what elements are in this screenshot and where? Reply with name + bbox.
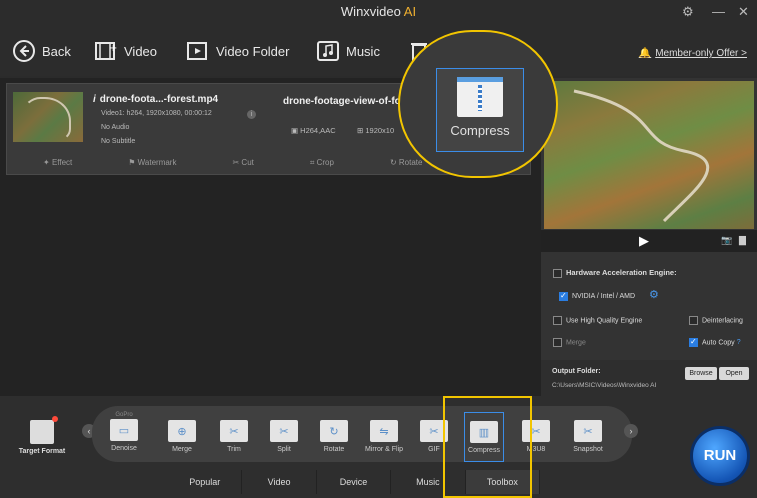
- folder-video-icon: [186, 39, 210, 63]
- merge-icon: ⊕: [168, 420, 196, 442]
- hw-vendor[interactable]: NVIDIA / Intel / AMD⚙: [559, 288, 659, 301]
- target-format-icon: [30, 416, 58, 444]
- minimize-button[interactable]: —: [712, 4, 725, 19]
- merge-checkbox[interactable]: [553, 338, 562, 347]
- tool-mirror-flip[interactable]: ⇋ Mirror & Flip: [364, 412, 404, 453]
- auto-copy-option[interactable]: Auto Copy?: [689, 337, 741, 347]
- subtitle-track[interactable]: No Subtitle: [101, 138, 135, 145]
- auto-copy-checkbox[interactable]: [689, 337, 698, 347]
- output-folder: Output Folder: C:\Users\MSIC\Videos\Winx…: [541, 360, 757, 396]
- app-title: Winxvideo AI: [340, 4, 417, 19]
- tool-split[interactable]: ✂ Split: [264, 412, 304, 453]
- merge-option[interactable]: Merge: [553, 338, 586, 347]
- close-button[interactable]: ✕: [738, 4, 749, 20]
- cut-button[interactable]: ✂ Cut: [232, 158, 281, 172]
- high-quality-option[interactable]: Use High Quality Engine: [553, 316, 642, 325]
- play-icon[interactable]: ▶: [639, 233, 649, 249]
- bell-icon: 🔔: [638, 48, 652, 59]
- run-button[interactable]: RUN: [690, 426, 750, 486]
- tool-snapshot[interactable]: ✂ Snapshot: [568, 412, 608, 453]
- audio-track[interactable]: No Audio: [101, 124, 129, 131]
- add-music-button[interactable]: Music: [316, 38, 380, 64]
- tool-rotate[interactable]: ↻ Rotate: [314, 412, 354, 453]
- tab-popular[interactable]: Popular: [168, 470, 243, 494]
- deinterlacing-option[interactable]: Deinterlacing: [689, 316, 743, 325]
- svg-text:+: +: [109, 43, 117, 54]
- mirror-icon: ⇋: [370, 420, 398, 442]
- rotate-icon: ↻: [320, 420, 348, 442]
- tab-device[interactable]: Device: [317, 470, 392, 494]
- add-video-button[interactable]: + Video: [94, 38, 157, 64]
- gear-icon[interactable]: ⚙: [649, 289, 659, 301]
- back-button[interactable]: Back: [12, 38, 71, 64]
- browse-button[interactable]: Browse: [685, 367, 717, 380]
- tool-merge[interactable]: ⊕ Merge: [162, 412, 202, 453]
- compress-zoom-label: Compress: [450, 123, 510, 138]
- hw-acceleration[interactable]: Hardware Acceleration Engine:: [553, 268, 677, 278]
- output-codec: ▣ H264,AAC: [291, 126, 336, 135]
- add-video-folder-button[interactable]: Video Folder: [186, 38, 289, 64]
- preview-panel: ▶ 📷 ▇ Hardware Acceleration Engine: NVID…: [541, 78, 757, 396]
- info-icon[interactable]: i: [247, 110, 256, 119]
- compress-icon: [457, 77, 503, 117]
- trim-icon: ✂: [220, 420, 248, 442]
- title-bar: Winxvideo AI ⚙ — ✕: [0, 0, 757, 26]
- back-arrow-icon: [12, 39, 36, 63]
- tool-denoise[interactable]: GoPro ▭ Denoise: [104, 412, 144, 452]
- watermark-button[interactable]: ⚑ Watermark: [128, 158, 204, 172]
- snapshot-icon: ✂: [574, 420, 602, 442]
- open-button[interactable]: Open: [719, 367, 749, 380]
- help-icon[interactable]: ?: [737, 339, 741, 346]
- main-toolbar: Back + Video Video Folder Music 🔔 Member-…: [0, 26, 757, 76]
- target-format-button[interactable]: Target Format: [14, 416, 70, 455]
- tab-video[interactable]: Video: [242, 470, 317, 494]
- tool-trim[interactable]: ✂ Trim: [214, 412, 254, 453]
- crop-button[interactable]: ⌗ Crop: [310, 158, 362, 172]
- effect-button[interactable]: ✦ Effect: [43, 158, 100, 172]
- toolbox-strip: GoPro ▭ Denoise ⊕ Merge ✂ Trim ✂ Split ↻ Rotat…: [92, 406, 632, 462]
- deinterlacing-checkbox[interactable]: [689, 316, 698, 325]
- music-note-icon: [316, 39, 340, 63]
- bottom-bar: Target Format ‹ GoPro ▭ Denoise ⊕ Merge ✂ Tr…: [0, 396, 757, 498]
- output-resolution: ⊞ 1920x10: [357, 126, 395, 135]
- vendor-checkbox[interactable]: [559, 291, 568, 301]
- file-name: i drone-foota...-forest.mp4: [93, 94, 219, 105]
- toolbox-highlight: [443, 396, 532, 498]
- player-controls: ▶ 📷 ▇: [541, 230, 757, 252]
- zoom-callout: Compress: [398, 30, 558, 178]
- member-offer-link[interactable]: 🔔 Member-only Offer >: [639, 48, 747, 59]
- high-quality-checkbox[interactable]: [553, 316, 562, 325]
- compress-zoomed: Compress: [436, 68, 524, 152]
- video-preview: [544, 81, 754, 229]
- denoise-icon: ▭: [110, 419, 138, 441]
- video-info: Video1: h264, 1920x1080, 00:00:12: [101, 110, 212, 117]
- output-path: C:\Users\MSIC\Videos\Winxvideo AI: [552, 382, 657, 389]
- split-icon: ✂: [270, 420, 298, 442]
- hw-accel-checkbox[interactable]: [553, 268, 562, 278]
- output-folder-label: Output Folder:: [552, 368, 601, 375]
- gear-icon[interactable]: ⚙: [682, 4, 694, 20]
- camera-icon[interactable]: 📷: [721, 235, 732, 246]
- folder-icon[interactable]: ▇: [739, 235, 746, 246]
- output-file-name: drone-footage-view-of-fo: [283, 96, 401, 107]
- video-thumbnail: [13, 92, 83, 142]
- scroll-right-arrow[interactable]: ›: [624, 424, 638, 438]
- film-plus-icon: +: [94, 39, 118, 63]
